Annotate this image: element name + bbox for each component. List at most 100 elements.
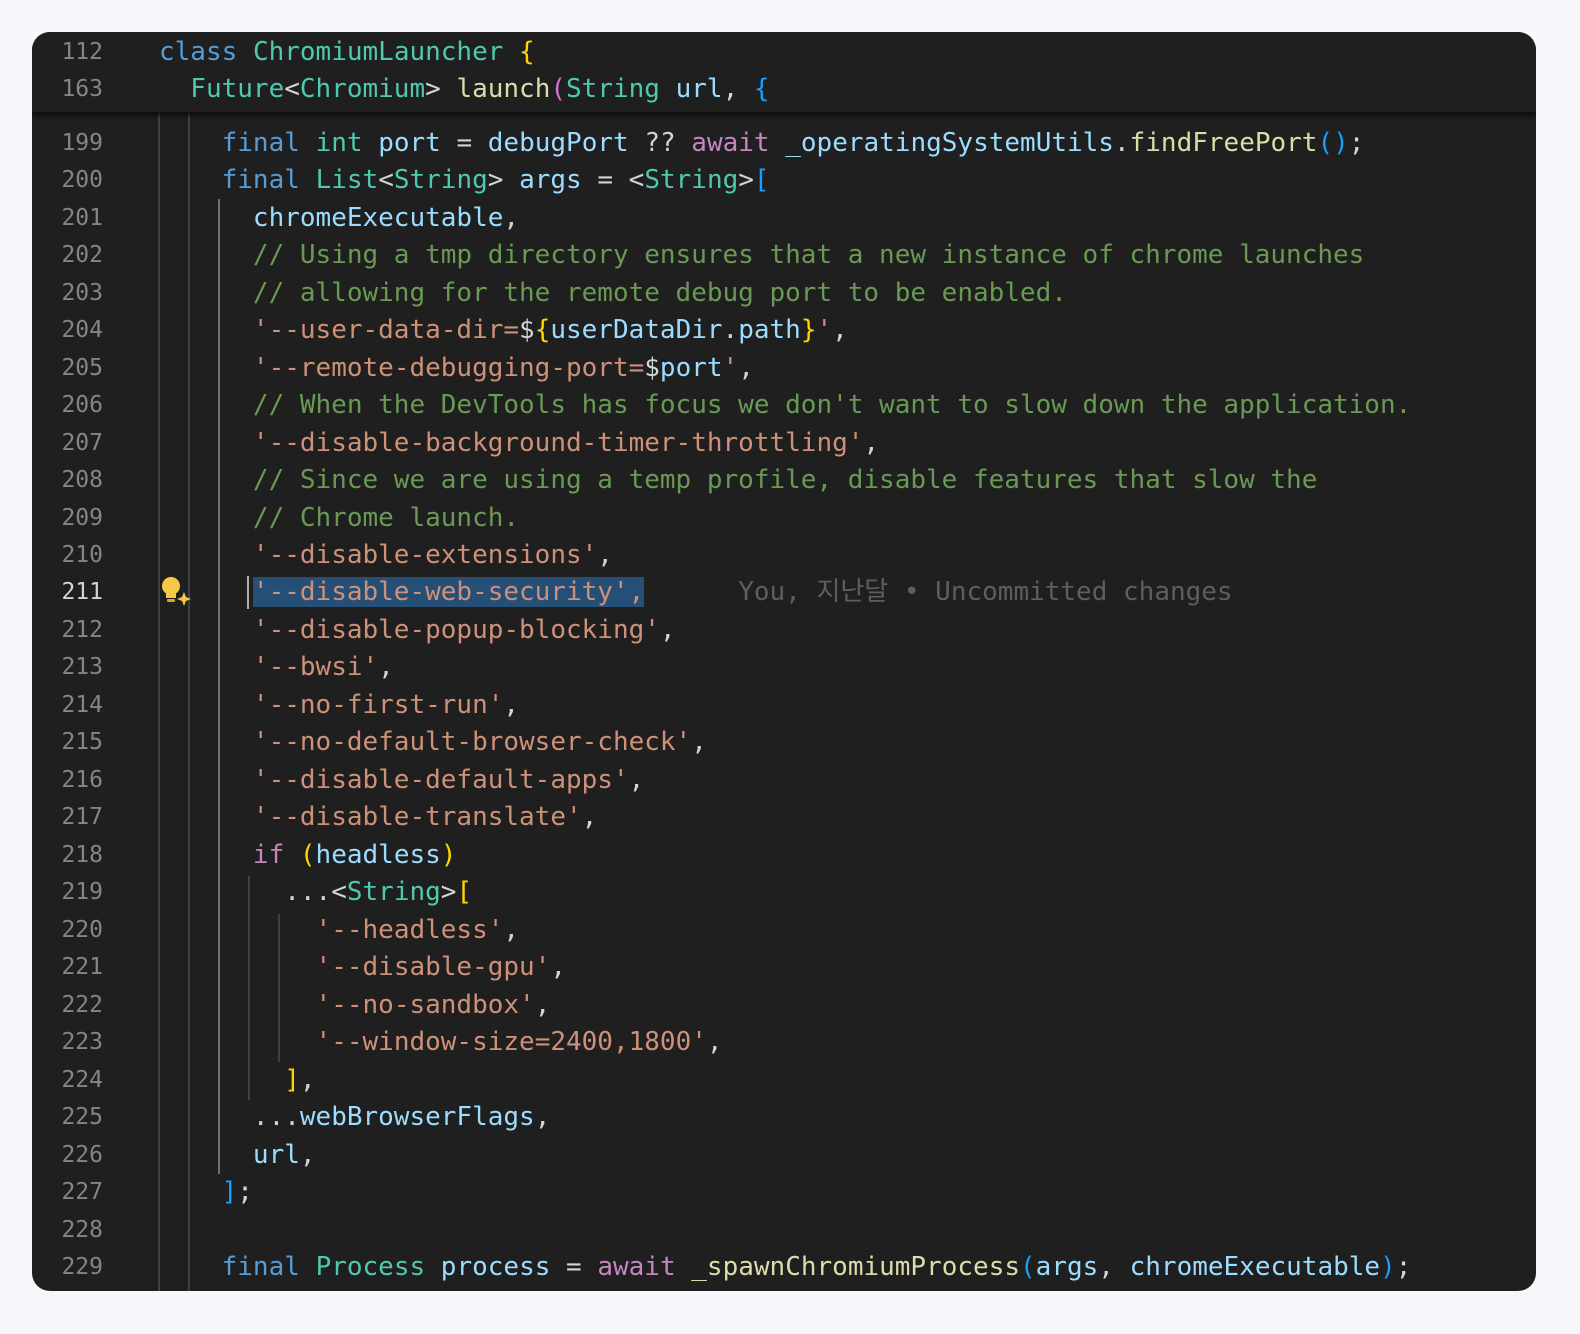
line-number: 208: [61, 467, 103, 493]
code-line[interactable]: 210 '--disable-extensions',: [32, 537, 1536, 574]
code-line[interactable]: 202 // Using a tmp directory ensures tha…: [32, 237, 1536, 274]
line-number: 205: [61, 355, 103, 381]
line-number: 227: [61, 1179, 103, 1205]
line-number: 206: [61, 392, 103, 418]
line-number: 201: [61, 205, 103, 231]
code-text: // Using a tmp directory ensures that a …: [159, 240, 1365, 270]
code-text: final List<String> args = <String>[: [221, 165, 770, 195]
code-text: ...<String>[: [284, 877, 473, 907]
line-number: 200: [61, 167, 103, 193]
line-number: 207: [61, 430, 103, 456]
code-editor[interactable]: 112 class ChromiumLauncher { 163 Future<…: [32, 32, 1536, 1291]
line-number: 216: [61, 767, 103, 793]
code-text: '--disable-web-security', You, 지난달 • Unc…: [159, 574, 1233, 611]
code-line[interactable]: 218 if (headless): [32, 837, 1536, 874]
sticky-line-class[interactable]: 112 class ChromiumLauncher {: [32, 34, 1536, 71]
code-line[interactable]: 219 ...<String>[: [32, 874, 1536, 911]
code-text: '--headless',: [315, 915, 520, 945]
code-text: '--disable-extensions',: [252, 540, 613, 570]
code-text: '--disable-popup-blocking',: [252, 615, 676, 645]
line-number: 209: [61, 505, 103, 531]
code-text: // allowing for the remote debug port to…: [159, 278, 1067, 308]
line-number: 198: [32, 112, 103, 123]
code-line[interactable]: 215 '--no-default-browser-check',: [32, 724, 1536, 761]
code-line[interactable]: 212 '--disable-popup-blocking',: [32, 612, 1536, 649]
sticky-line-launch[interactable]: 163 Future<Chromium> launch(String url, …: [32, 71, 1536, 108]
code-line[interactable]: 220 '--headless',: [32, 912, 1536, 949]
line-number: 210: [61, 542, 103, 568]
partial-hidden-line: 198: [32, 112, 1536, 124]
code-line[interactable]: 203 // allowing for the remote debug por…: [32, 275, 1536, 312]
code-line[interactable]: 207 '--disable-background-timer-throttli…: [32, 425, 1536, 462]
line-number: 226: [61, 1142, 103, 1168]
code-line[interactable]: 225 ...webBrowserFlags,: [32, 1099, 1536, 1136]
code-text: '--user-data-dir=${userDataDir.path}',: [252, 315, 848, 345]
code-line[interactable]: 209 // Chrome launch.: [32, 500, 1536, 537]
code-text: '--disable-default-apps',: [252, 765, 645, 795]
line-number: 163: [61, 76, 103, 102]
code-text: '--no-default-browser-check',: [252, 727, 707, 757]
code-line[interactable]: 214 '--no-first-run',: [32, 687, 1536, 724]
line-number: 219: [61, 879, 103, 905]
code-text: '--no-sandbox',: [315, 990, 551, 1020]
code-text: '--window-size=2400,1800',: [315, 1027, 723, 1057]
line-number: 213: [61, 654, 103, 680]
code-line[interactable]: 227 ];: [32, 1174, 1536, 1211]
code-line[interactable]: 208 // Since we are using a temp profile…: [32, 462, 1536, 499]
line-number: 229: [61, 1254, 103, 1280]
code-text: // Since we are using a temp profile, di…: [159, 465, 1318, 495]
code-line[interactable]: 213 '--bwsi',: [32, 649, 1536, 686]
code-text: chromeExecutable,: [252, 203, 520, 233]
line-number: 204: [61, 317, 103, 343]
code-line[interactable]: 221 '--disable-gpu',: [32, 949, 1536, 986]
sticky-scroll-header[interactable]: 112 class ChromiumLauncher { 163 Future<…: [32, 32, 1536, 113]
code-text: Future<Chromium> launch(String url, {: [159, 74, 770, 104]
code-text: final int port = debugPort ?? await _ope…: [221, 128, 1365, 158]
code-line[interactable]: 206 // When the DevTools has focus we do…: [32, 387, 1536, 424]
code-line[interactable]: 216 '--disable-default-apps',: [32, 762, 1536, 799]
code-line[interactable]: 204 '--user-data-dir=${userDataDir.path}…: [32, 312, 1536, 349]
code-text: '--disable-translate',: [252, 802, 598, 832]
code-text: ];: [221, 1177, 253, 1207]
code-line[interactable]: 229 final Process process = await _spawn…: [32, 1249, 1536, 1286]
line-number: 112: [61, 39, 103, 65]
code-text: // Chrome launch.: [159, 503, 520, 533]
line-number: 212: [61, 617, 103, 643]
code-text: class ChromiumLauncher {: [159, 37, 535, 67]
line-number: 218: [61, 842, 103, 868]
line-number: 221: [61, 954, 103, 980]
line-number: 223: [61, 1029, 103, 1055]
code-text: '--no-first-run',: [252, 690, 520, 720]
code-text: '--disable-gpu',: [315, 952, 567, 982]
line-number: 215: [61, 729, 103, 755]
git-blame-annotation: You, 지난달 • Uncommitted changes: [738, 577, 1233, 607]
text-selection[interactable]: '--disable-web-security',: [252, 577, 645, 607]
code-text: '--remote-debugging-port=$port',: [252, 353, 754, 383]
line-number: 199: [61, 130, 103, 156]
line-number: 222: [61, 992, 103, 1018]
code-text: if (headless): [252, 840, 457, 870]
code-line[interactable]: 200 final List<String> args = <String>[: [32, 162, 1536, 199]
code-line[interactable]: 228: [32, 1212, 1536, 1249]
code-text: url,: [252, 1140, 316, 1170]
code-line[interactable]: 201 chromeExecutable,: [32, 200, 1536, 237]
line-number: 202: [61, 242, 103, 268]
line-number: 203: [61, 280, 103, 306]
code-line-current[interactable]: 211 '--disable-web-security', You, 지난달 •…: [32, 574, 1536, 611]
code-text: final Process process = await _spawnChro…: [221, 1252, 1412, 1282]
code-text: ],: [284, 1065, 316, 1095]
code-line[interactable]: 222 '--no-sandbox',: [32, 987, 1536, 1024]
code-line[interactable]: 223 '--window-size=2400,1800',: [32, 1024, 1536, 1061]
code-text: '--disable-background-timer-throttling',: [252, 428, 880, 458]
text-cursor: [247, 576, 249, 609]
code-line[interactable]: 226 url,: [32, 1137, 1536, 1174]
code-line[interactable]: 199 final int port = debugPort ?? await …: [32, 125, 1536, 162]
line-number: 217: [61, 804, 103, 830]
code-line[interactable]: 205 '--remote-debugging-port=$port',: [32, 350, 1536, 387]
line-number: 228: [61, 1217, 103, 1243]
code-line[interactable]: 217 '--disable-translate',: [32, 799, 1536, 836]
lightbulb-sparkle-icon[interactable]: [160, 575, 194, 609]
line-number: 211: [61, 579, 103, 605]
code-line[interactable]: 224 ],: [32, 1062, 1536, 1099]
code-text: // When the DevTools has focus we don't …: [159, 390, 1412, 420]
